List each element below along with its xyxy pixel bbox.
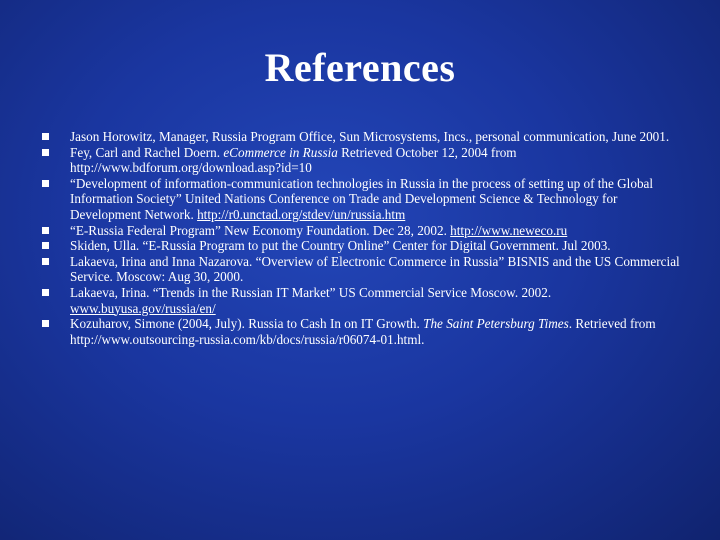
square-bullet-icon — [42, 242, 49, 250]
reference-item: Lakaeva, Irina and Inna Nazarova. “Overv… — [42, 254, 682, 285]
square-bullet-icon — [42, 288, 49, 296]
reference-italic-title: eCommerce in Russia — [223, 144, 338, 160]
square-bullet-icon — [42, 179, 49, 187]
reference-item: Skiden, Ulla. “E-Russia Program to put t… — [42, 238, 682, 254]
square-bullet-icon — [42, 226, 49, 234]
reference-text: “E-Russia Federal Program” New Economy F… — [70, 222, 451, 238]
square-bullet-icon — [42, 133, 49, 140]
reference-text: Fey, Carl and Rachel Doern. — [70, 144, 224, 160]
reference-link[interactable]: http://r0.unctad.org/stdev/un/russia.htm — [197, 207, 405, 222]
reference-text: Kozuharov, Simone (2004, July). Russia t… — [70, 316, 424, 332]
references-list: Jason Horowitz, Manager, Russia Program … — [42, 129, 682, 347]
reference-italic-title: The Saint Petersburg Times — [423, 316, 569, 332]
reference-text: Jason Horowitz, Manager, Russia Program … — [70, 129, 670, 144]
square-bullet-icon — [42, 148, 49, 156]
reference-text: Skiden, Ulla. “E-Russia Program to put t… — [70, 238, 611, 254]
reference-text: Lakaeva, Irina. “Trends in the Russian I… — [70, 284, 552, 300]
reference-item: Jason Horowitz, Manager, Russia Program … — [42, 129, 682, 145]
reference-item: “E-Russia Federal Program” New Economy F… — [42, 223, 682, 239]
reference-item: Lakaeva, Irina. “Trends in the Russian I… — [42, 285, 682, 316]
reference-text: Lakaeva, Irina and Inna Nazarova. “Overv… — [70, 253, 680, 285]
reference-item: Fey, Carl and Rachel Doern. eCommerce in… — [42, 145, 682, 176]
slide: References Jason Horowitz, Manager, Russ… — [0, 0, 720, 540]
slide-title: References — [264, 45, 456, 90]
reference-link[interactable]: http://www.neweco.ru — [450, 223, 567, 238]
reference-link[interactable]: www.buyusa.gov/russia/en/ — [70, 301, 216, 316]
square-bullet-icon — [42, 257, 49, 265]
square-bullet-icon — [42, 320, 49, 328]
reference-item: “Development of information-communicatio… — [42, 176, 682, 223]
reference-item: Kozuharov, Simone (2004, July). Russia t… — [42, 316, 682, 347]
